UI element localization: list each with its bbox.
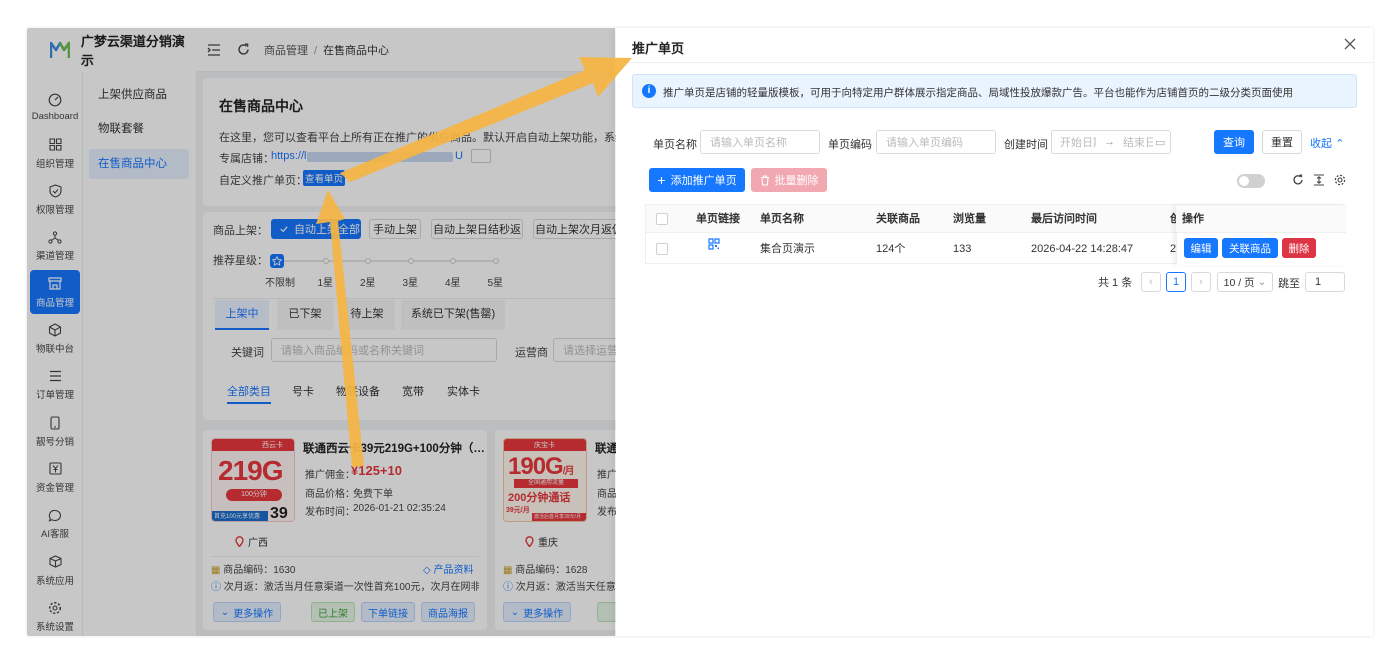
page-code-input[interactable]: 请输入单页编码 <box>876 130 996 154</box>
col-page-link: 单页链接 <box>696 213 740 225</box>
chevron-down-icon: ⌄ <box>1257 276 1267 288</box>
date-range-picker[interactable]: 开始日期→结束日期▭ <box>1051 130 1171 154</box>
chevron-up-icon: ⌃ <box>1335 138 1345 150</box>
info-banner: i 推广单页是店铺的轻量版模板，可用于向特定用户群体展示指定商品、局域性投放爆款… <box>632 74 1357 108</box>
total-count: 共 1 条 <box>1098 277 1133 289</box>
col-actions: 操作 <box>1182 213 1204 225</box>
jump-label: 跳至 <box>1278 278 1300 290</box>
col-linked-goods: 关联商品 <box>876 213 920 225</box>
next-page-button[interactable]: › <box>1191 272 1211 292</box>
info-text: 推广单页是店铺的轻量版模板，可用于向特定用户群体展示指定商品、局域性投放爆款广告… <box>663 87 1293 99</box>
promo-page-table: 单页链接 单页名称 关联商品 浏览量 最后访问时间 创 操作 集合页演示 124… <box>645 204 1346 265</box>
trash-icon <box>760 174 769 186</box>
page-1[interactable]: 1 <box>1166 272 1186 292</box>
select-all-checkbox[interactable] <box>656 213 668 225</box>
batch-delete-button[interactable]: 批量删除 <box>751 168 827 192</box>
refresh-icon[interactable] <box>1292 174 1304 186</box>
collapse-toggle[interactable]: 收起 ⌃ <box>1310 135 1344 151</box>
page-code-label: 单页编码 <box>828 139 872 151</box>
create-time-label: 创建时间 <box>1004 139 1048 151</box>
col-page-name: 单页名称 <box>760 213 804 225</box>
reset-button[interactable]: 重置 <box>1262 130 1302 154</box>
plus-icon: + <box>657 172 666 188</box>
row-checkbox[interactable] <box>656 243 668 255</box>
prev-page-button[interactable]: ‹ <box>1141 272 1161 292</box>
page-size-select[interactable]: 10 / 页 ⌄ <box>1217 272 1273 292</box>
row-linked-goods: 124个 <box>876 243 906 255</box>
add-promo-page-button[interactable]: + 添加推广单页 <box>649 168 745 192</box>
edit-button[interactable]: 编辑 <box>1184 238 1218 258</box>
col-last-visit: 最后访问时间 <box>1031 213 1097 225</box>
promo-page-drawer: 推广单页 i 推广单页是店铺的轻量版模板，可用于向特定用户群体展示指定商品、局域… <box>616 28 1373 636</box>
link-goods-button[interactable]: 关联商品 <box>1222 238 1278 258</box>
page-name-label: 单页名称 <box>653 139 697 151</box>
query-button[interactable]: 查询 <box>1214 130 1254 154</box>
calendar-icon: ▭ <box>1155 136 1166 149</box>
info-icon: i <box>642 84 656 98</box>
row-page-name: 集合页演示 <box>760 243 815 255</box>
app-window: 广梦云渠道分销演示 Dashboard 组织管理 权限管理 渠道管理 商品管理 物联中台订… <box>27 28 1373 636</box>
row-views: 133 <box>953 243 972 255</box>
qr-code-icon[interactable] <box>708 238 720 250</box>
modal-mask[interactable] <box>27 28 615 636</box>
col-views: 浏览量 <box>953 213 986 225</box>
row-created: 2 <box>1170 243 1177 255</box>
toggle-switch[interactable] <box>1237 174 1265 188</box>
settings-icon[interactable] <box>1334 174 1346 186</box>
page-name-input[interactable]: 请输入单页名称 <box>700 130 820 154</box>
drawer-title: 推广单页 <box>632 41 685 56</box>
delete-button[interactable]: 删除 <box>1282 238 1316 258</box>
row-last-visit: 2026-04-22 14:28:47 <box>1031 243 1134 255</box>
jump-input[interactable]: 1 <box>1305 272 1345 292</box>
close-icon[interactable] <box>1344 38 1358 52</box>
row-height-icon[interactable] <box>1313 174 1325 186</box>
